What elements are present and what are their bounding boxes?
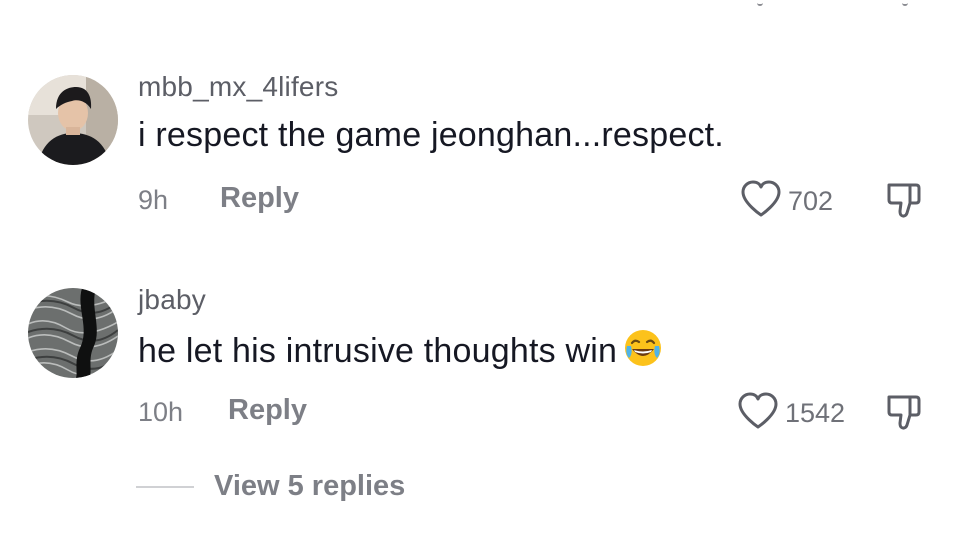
like-button[interactable]: 702	[740, 180, 833, 223]
avatar[interactable]	[28, 75, 118, 165]
heart-outline-icon	[740, 180, 782, 223]
comment-timestamp: 9h	[138, 185, 169, 215]
comment-text: i respect the game jeonghan...respect.	[138, 116, 724, 154]
face-with-tears-of-joy-icon	[623, 328, 663, 377]
thumbs-down-outline-icon	[884, 183, 924, 224]
like-button[interactable]: 1542	[737, 392, 845, 435]
avatar[interactable]	[28, 288, 118, 378]
dislike-button[interactable]	[884, 392, 924, 432]
previous-row-fragment	[0, 0, 960, 10]
comment-text: he let his intrusive thoughts win	[138, 328, 663, 377]
like-count: 702	[788, 186, 834, 216]
view-replies-label: View 5 replies	[214, 470, 406, 502]
comment-text-body: he let his intrusive thoughts win	[138, 332, 618, 370]
reply-button[interactable]: Reply	[228, 394, 307, 427]
heart-outline-icon	[737, 392, 779, 435]
dislike-button[interactable]	[884, 180, 924, 220]
replies-divider	[136, 485, 194, 488]
comment-username[interactable]: mbb_mx_4lifers	[138, 71, 338, 103]
thumbs-down-outline-icon	[884, 395, 924, 436]
previous-dislike-icon-fragment	[902, 0, 908, 6]
reply-button[interactable]: Reply	[220, 182, 299, 215]
previous-like-icon-fragment	[757, 0, 763, 6]
comment-timestamp: 10h	[138, 397, 184, 427]
view-replies-button[interactable]: View 5 replies	[136, 470, 405, 503]
like-count: 1542	[785, 398, 846, 428]
comment-username[interactable]: jbaby	[138, 284, 206, 316]
